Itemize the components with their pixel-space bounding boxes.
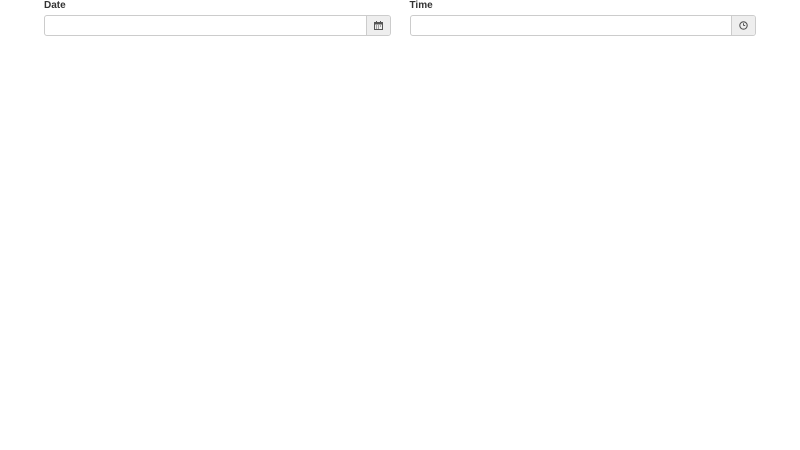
date-input[interactable] (45, 16, 366, 35)
picker-form: Date Time (44, 0, 756, 36)
time-field-group: Time (409, 0, 756, 36)
date-input-group (44, 15, 391, 36)
calendar-icon (373, 21, 383, 30)
time-label: Time (409, 0, 433, 11)
time-input[interactable] (410, 16, 731, 35)
date-field-group: Date (44, 0, 391, 36)
time-picker-button[interactable] (731, 16, 755, 35)
time-input-group (409, 15, 756, 36)
clock-icon (739, 21, 748, 30)
date-picker-button[interactable] (365, 16, 390, 35)
date-label: Date (44, 0, 66, 11)
